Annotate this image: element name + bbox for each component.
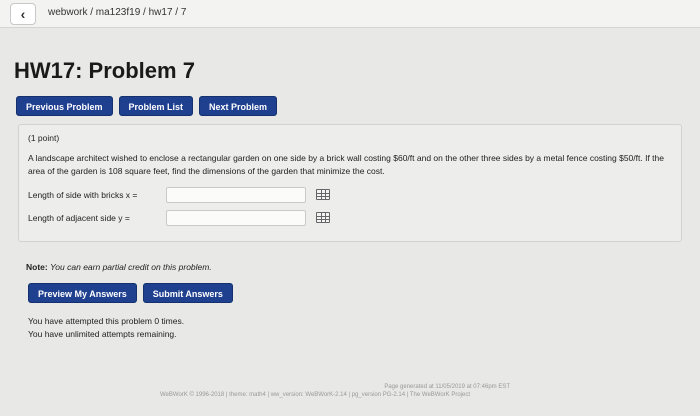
page-generated: Page generated at 11/05/2019 at 07:46pm … (384, 384, 510, 390)
preview-answers-button[interactable]: Preview My Answers (28, 283, 137, 303)
previous-problem-button[interactable]: Previous Problem (16, 96, 113, 116)
attempts-remaining: You have unlimited attempts remaining. (28, 328, 177, 339)
answer-row: Length of adjacent side y = (28, 209, 672, 226)
submit-answers-button[interactable]: Submit Answers (142, 283, 233, 303)
equation-editor-icon[interactable] (316, 212, 330, 224)
problem-list-button[interactable]: Problem List (118, 96, 194, 116)
problem-points: (1 point) (28, 133, 60, 143)
back-button[interactable]: ‹ (10, 3, 36, 25)
answer-label-y: Length of adjacent side y = (28, 212, 130, 223)
answer-input-y[interactable] (166, 209, 306, 226)
browser-toolbar: ‹ webwork / ma123f19 / hw17 / 7 (0, 0, 700, 28)
next-problem-button[interactable]: Next Problem (199, 96, 278, 116)
partial-credit-note: Note: You can earn partial credit on thi… (26, 262, 212, 272)
footer-credits: WeBWorK © 1996-2018 | theme: math4 | ww_… (160, 392, 471, 398)
problem-panel: (1 point) A landscape architect wished t… (18, 124, 682, 242)
problem-statement: A landscape architect wished to enclose … (28, 153, 664, 176)
answer-label-x: Length of side with bricks x = (28, 189, 138, 200)
problem-nav: Previous Problem Problem List Next Probl… (16, 96, 278, 116)
equation-editor-icon[interactable] (316, 189, 330, 201)
answer-row: Length of side with bricks x = (28, 186, 672, 203)
answer-actions: Preview My Answers Submit Answers (28, 283, 233, 303)
answer-input-x[interactable] (166, 186, 306, 203)
breadcrumb[interactable]: webwork / ma123f19 / hw17 / 7 (48, 7, 186, 18)
attempts-info: You have attempted this problem 0 times.… (28, 315, 184, 341)
page-title: HW17: Problem 7 (14, 58, 195, 83)
attempts-count: You have attempted this problem 0 times. (28, 316, 185, 326)
note-text: You can earn partial credit on this prob… (50, 262, 212, 272)
note-prefix: Note: (26, 262, 48, 272)
chevron-left-icon: ‹ (20, 6, 26, 22)
